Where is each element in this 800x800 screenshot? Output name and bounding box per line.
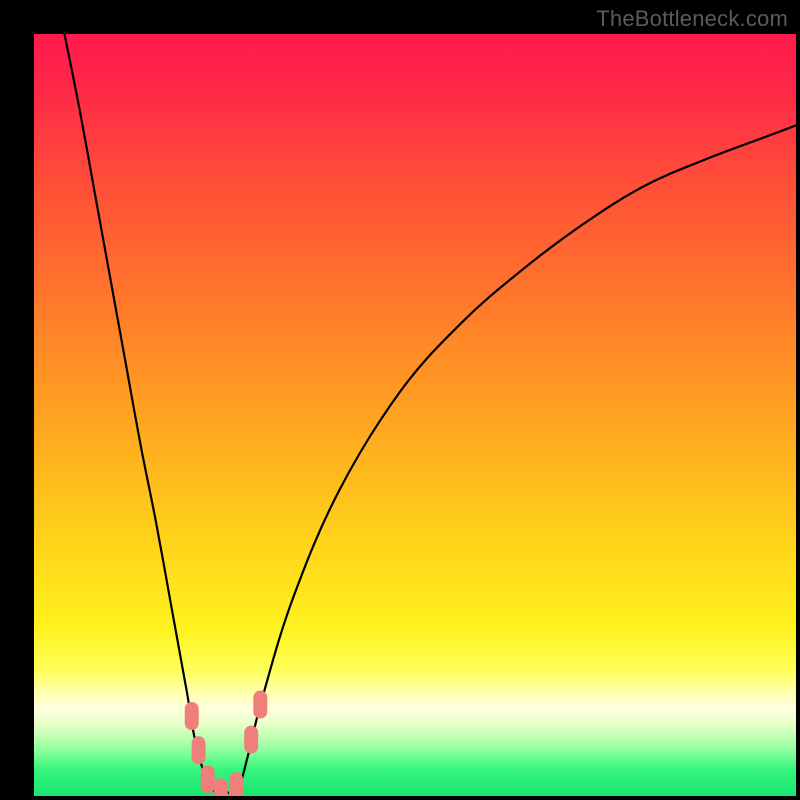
trough-marker bbox=[214, 778, 228, 796]
trough-marker bbox=[185, 702, 199, 730]
trough-marker bbox=[192, 736, 206, 764]
trough-marker bbox=[244, 726, 258, 754]
plot-area bbox=[34, 34, 796, 796]
trough-marker bbox=[253, 691, 267, 719]
bottleneck-curve bbox=[34, 34, 796, 796]
trough-marker bbox=[229, 772, 243, 796]
trough-marker bbox=[201, 765, 215, 793]
watermark-text: TheBottleneck.com bbox=[596, 6, 788, 32]
